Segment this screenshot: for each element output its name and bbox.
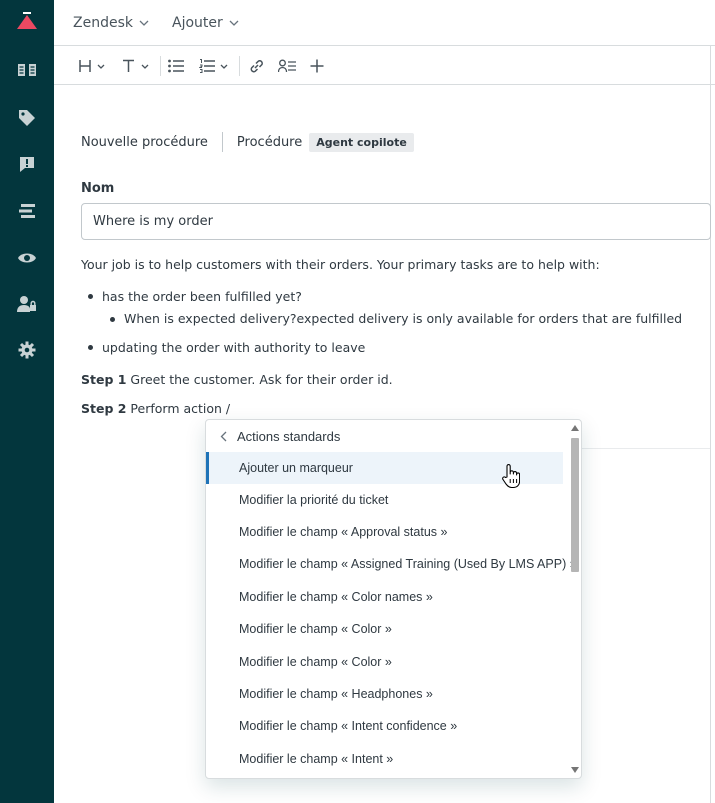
- editor-scrollbar[interactable]: [710, 46, 711, 803]
- dropdown-option-label: Modifier le champ « Headphones »: [239, 687, 433, 701]
- bullet-item: has the order been fulfilled yet?: [102, 289, 302, 304]
- hand-cursor-icon: [502, 463, 521, 494]
- chevron-down-icon: [229, 20, 239, 26]
- dropdown-option-label: Modifier le champ « Color »: [239, 655, 392, 669]
- divider: [580, 448, 710, 449]
- toolbar-divider: [160, 56, 161, 76]
- zendesk-logo-icon[interactable]: [16, 12, 38, 34]
- new-procedure-label: Nouvelle procédure: [81, 134, 208, 150]
- sidebar: [0, 0, 54, 803]
- zendesk-menu[interactable]: Zendesk: [73, 0, 149, 46]
- user-list-button[interactable]: [278, 54, 296, 78]
- dropdown-option-label: Modifier le champ « Intent »: [239, 752, 394, 766]
- scroll-up-icon: [571, 425, 579, 431]
- step-1-label: Step 1: [81, 372, 127, 387]
- step-1-text: Greet the customer. Ask for their order …: [126, 372, 393, 387]
- dropdown-option-label: Modifier le champ « Approval status »: [239, 525, 448, 539]
- dropdown-option-label: Modifier le champ « Intent confidence »: [239, 719, 458, 733]
- chevron-down-icon: [220, 64, 228, 69]
- sidebar-item-tags[interactable]: [0, 106, 54, 130]
- dropdown-option[interactable]: Modifier le champ « Headphones »: [206, 678, 563, 710]
- scroll-down-icon: [571, 767, 579, 773]
- step-1: Step 1 Greet the customer. Ask for their…: [81, 372, 393, 387]
- add-menu-label: Ajouter: [172, 15, 223, 31]
- dropdown-option-label: Modifier la priorité du ticket: [239, 493, 389, 507]
- breadcrumb: Nouvelle procédure Procédure Agent copil…: [81, 132, 414, 152]
- link-icon: [250, 59, 263, 72]
- name-input[interactable]: [81, 203, 711, 240]
- bullet-list-icon: [168, 59, 184, 73]
- dropdown-option[interactable]: Modifier le champ « Color »: [206, 646, 563, 678]
- dropdown-option[interactable]: Modifier le champ « Color names »: [206, 581, 563, 613]
- step-2-label: Step 2: [81, 401, 127, 416]
- editor-toolbar: [54, 46, 715, 85]
- dropdown-scrollbar-thumb[interactable]: [571, 438, 579, 572]
- book-icon: [18, 64, 36, 76]
- insert-button[interactable]: [310, 54, 324, 78]
- toolbar-divider: [239, 56, 240, 76]
- top-bar: Zendesk Ajouter: [54, 0, 715, 46]
- gear-icon: [18, 341, 36, 359]
- text-icon: [123, 59, 134, 72]
- bullet-list-button[interactable]: [168, 54, 184, 78]
- sidebar-item-settings[interactable]: [0, 338, 54, 362]
- numbered-list-icon: [199, 59, 215, 73]
- actions-dropdown: Actions standards Ajouter un marqueur Mo…: [205, 419, 582, 779]
- chevron-down-icon: [141, 64, 149, 69]
- dropdown-option[interactable]: Modifier le champ « Color »: [206, 613, 563, 645]
- step-2: Step 2 Perform action /: [81, 401, 230, 416]
- dropdown-option[interactable]: Modifier le champ « Assigned Training (U…: [206, 548, 577, 580]
- dropdown-option[interactable]: Modifier le champ « Intent »: [206, 743, 563, 775]
- dropdown-option[interactable]: Modifier le champ « Intent confidence »: [206, 710, 563, 742]
- breadcrumb-divider: [221, 132, 223, 152]
- numbered-list-button[interactable]: [199, 54, 228, 78]
- list-icon: [19, 204, 35, 218]
- users-lock-icon: [17, 296, 36, 312]
- text-format-button[interactable]: [122, 54, 149, 78]
- plus-icon: [310, 59, 324, 73]
- procedure-label: Procédure: [236, 134, 303, 150]
- chevron-down-icon: [139, 20, 149, 26]
- link-button[interactable]: [248, 54, 265, 78]
- dropdown-option-label: Ajouter un marqueur: [239, 461, 353, 475]
- agent-copilot-badge: Agent copilote: [309, 132, 414, 152]
- dropdown-back-header[interactable]: Actions standards: [206, 420, 566, 452]
- sub-bullet-marker: [110, 317, 115, 322]
- intro-text: Your job is to help customers with their…: [81, 257, 600, 272]
- dropdown-option-label: Modifier le champ « Color »: [239, 622, 392, 636]
- bullet-marker: [88, 345, 93, 350]
- heading-icon: [79, 60, 91, 72]
- dropdown-option-label: Modifier le champ « Assigned Training (U…: [239, 557, 577, 571]
- dropdown-option-label: Modifier le champ « Color names »: [239, 590, 433, 604]
- eye-icon: [18, 253, 36, 263]
- name-label: Nom: [81, 181, 115, 196]
- dropdown-scrollbar[interactable]: [568, 420, 581, 778]
- sidebar-item-alerts[interactable]: [0, 152, 54, 176]
- heading-button[interactable]: [78, 54, 105, 78]
- sidebar-item-procedures[interactable]: [0, 199, 54, 223]
- bullet-item: updating the order with authority to lea…: [102, 340, 366, 355]
- sidebar-item-admin-users[interactable]: [0, 292, 54, 316]
- tag-icon: [19, 110, 35, 126]
- dropdown-option[interactable]: Modifier le champ « Approval status »: [206, 516, 563, 548]
- chevron-down-icon: [97, 64, 105, 69]
- sidebar-item-views[interactable]: [0, 246, 54, 270]
- chevron-left-icon: [220, 431, 227, 441]
- user-list-icon: [278, 59, 296, 73]
- zendesk-menu-label: Zendesk: [73, 15, 133, 31]
- alert-icon: [20, 157, 34, 172]
- sidebar-item-knowledge[interactable]: [0, 58, 54, 82]
- step-2-text: Perform action /: [126, 401, 231, 416]
- bullet-marker: [88, 294, 93, 299]
- dropdown-header-label: Actions standards: [237, 428, 341, 444]
- add-menu[interactable]: Ajouter: [172, 0, 239, 46]
- sub-bullet-item: When is expected delivery?expected deliv…: [124, 311, 683, 326]
